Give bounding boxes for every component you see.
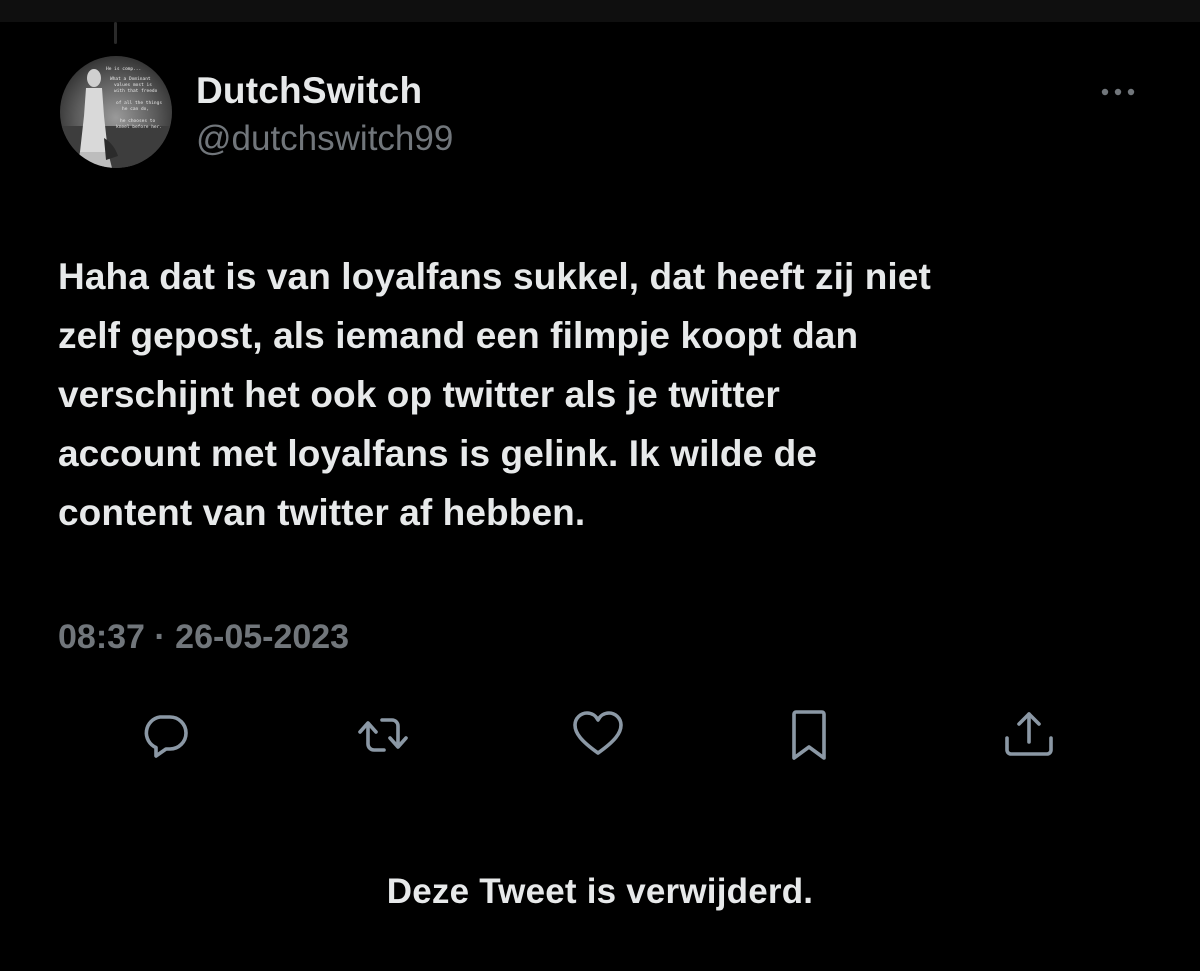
avatar[interactable]: He is comp... What a Dominant values mos… — [60, 56, 172, 168]
share-button[interactable] — [1002, 708, 1056, 762]
thread-connector-line — [114, 22, 117, 44]
svg-text:he chooses to: he chooses to — [120, 118, 156, 124]
svg-text:kneel before her.: kneel before her. — [116, 124, 162, 130]
reply-icon — [144, 715, 188, 758]
svg-text:What a Dominant: What a Dominant — [110, 76, 151, 82]
svg-text:of all the things: of all the things — [116, 100, 162, 106]
svg-text:he can do,: he can do, — [122, 106, 149, 112]
user-handle[interactable]: @dutchswitch99 — [196, 119, 453, 159]
tweet-timestamp[interactable]: 08:37 · 26-05-2023 — [58, 618, 349, 657]
share-icon — [1005, 712, 1053, 756]
svg-text:values most is: values most is — [114, 82, 152, 88]
more-icon — [1101, 88, 1135, 96]
tweet-text: Haha dat is van loyalfans sukkel, dat he… — [58, 256, 931, 533]
like-button[interactable] — [571, 708, 625, 762]
retweet-button[interactable] — [356, 708, 410, 762]
heart-icon — [573, 711, 623, 755]
svg-text:He is comp...: He is comp... — [106, 66, 141, 72]
more-options-button[interactable] — [1098, 80, 1144, 104]
avatar-image: He is comp... What a Dominant values mos… — [60, 56, 172, 168]
bookmark-button[interactable] — [786, 708, 840, 762]
top-strip — [0, 0, 1200, 22]
display-name[interactable]: DutchSwitch — [196, 70, 422, 112]
svg-text:with that freedo: with that freedo — [114, 88, 158, 94]
bookmark-icon — [792, 710, 826, 760]
reply-button[interactable] — [138, 708, 192, 762]
deleted-tweet-notice: Deze Tweet is verwijderd. — [386, 872, 814, 911]
retweet-icon — [358, 718, 408, 752]
